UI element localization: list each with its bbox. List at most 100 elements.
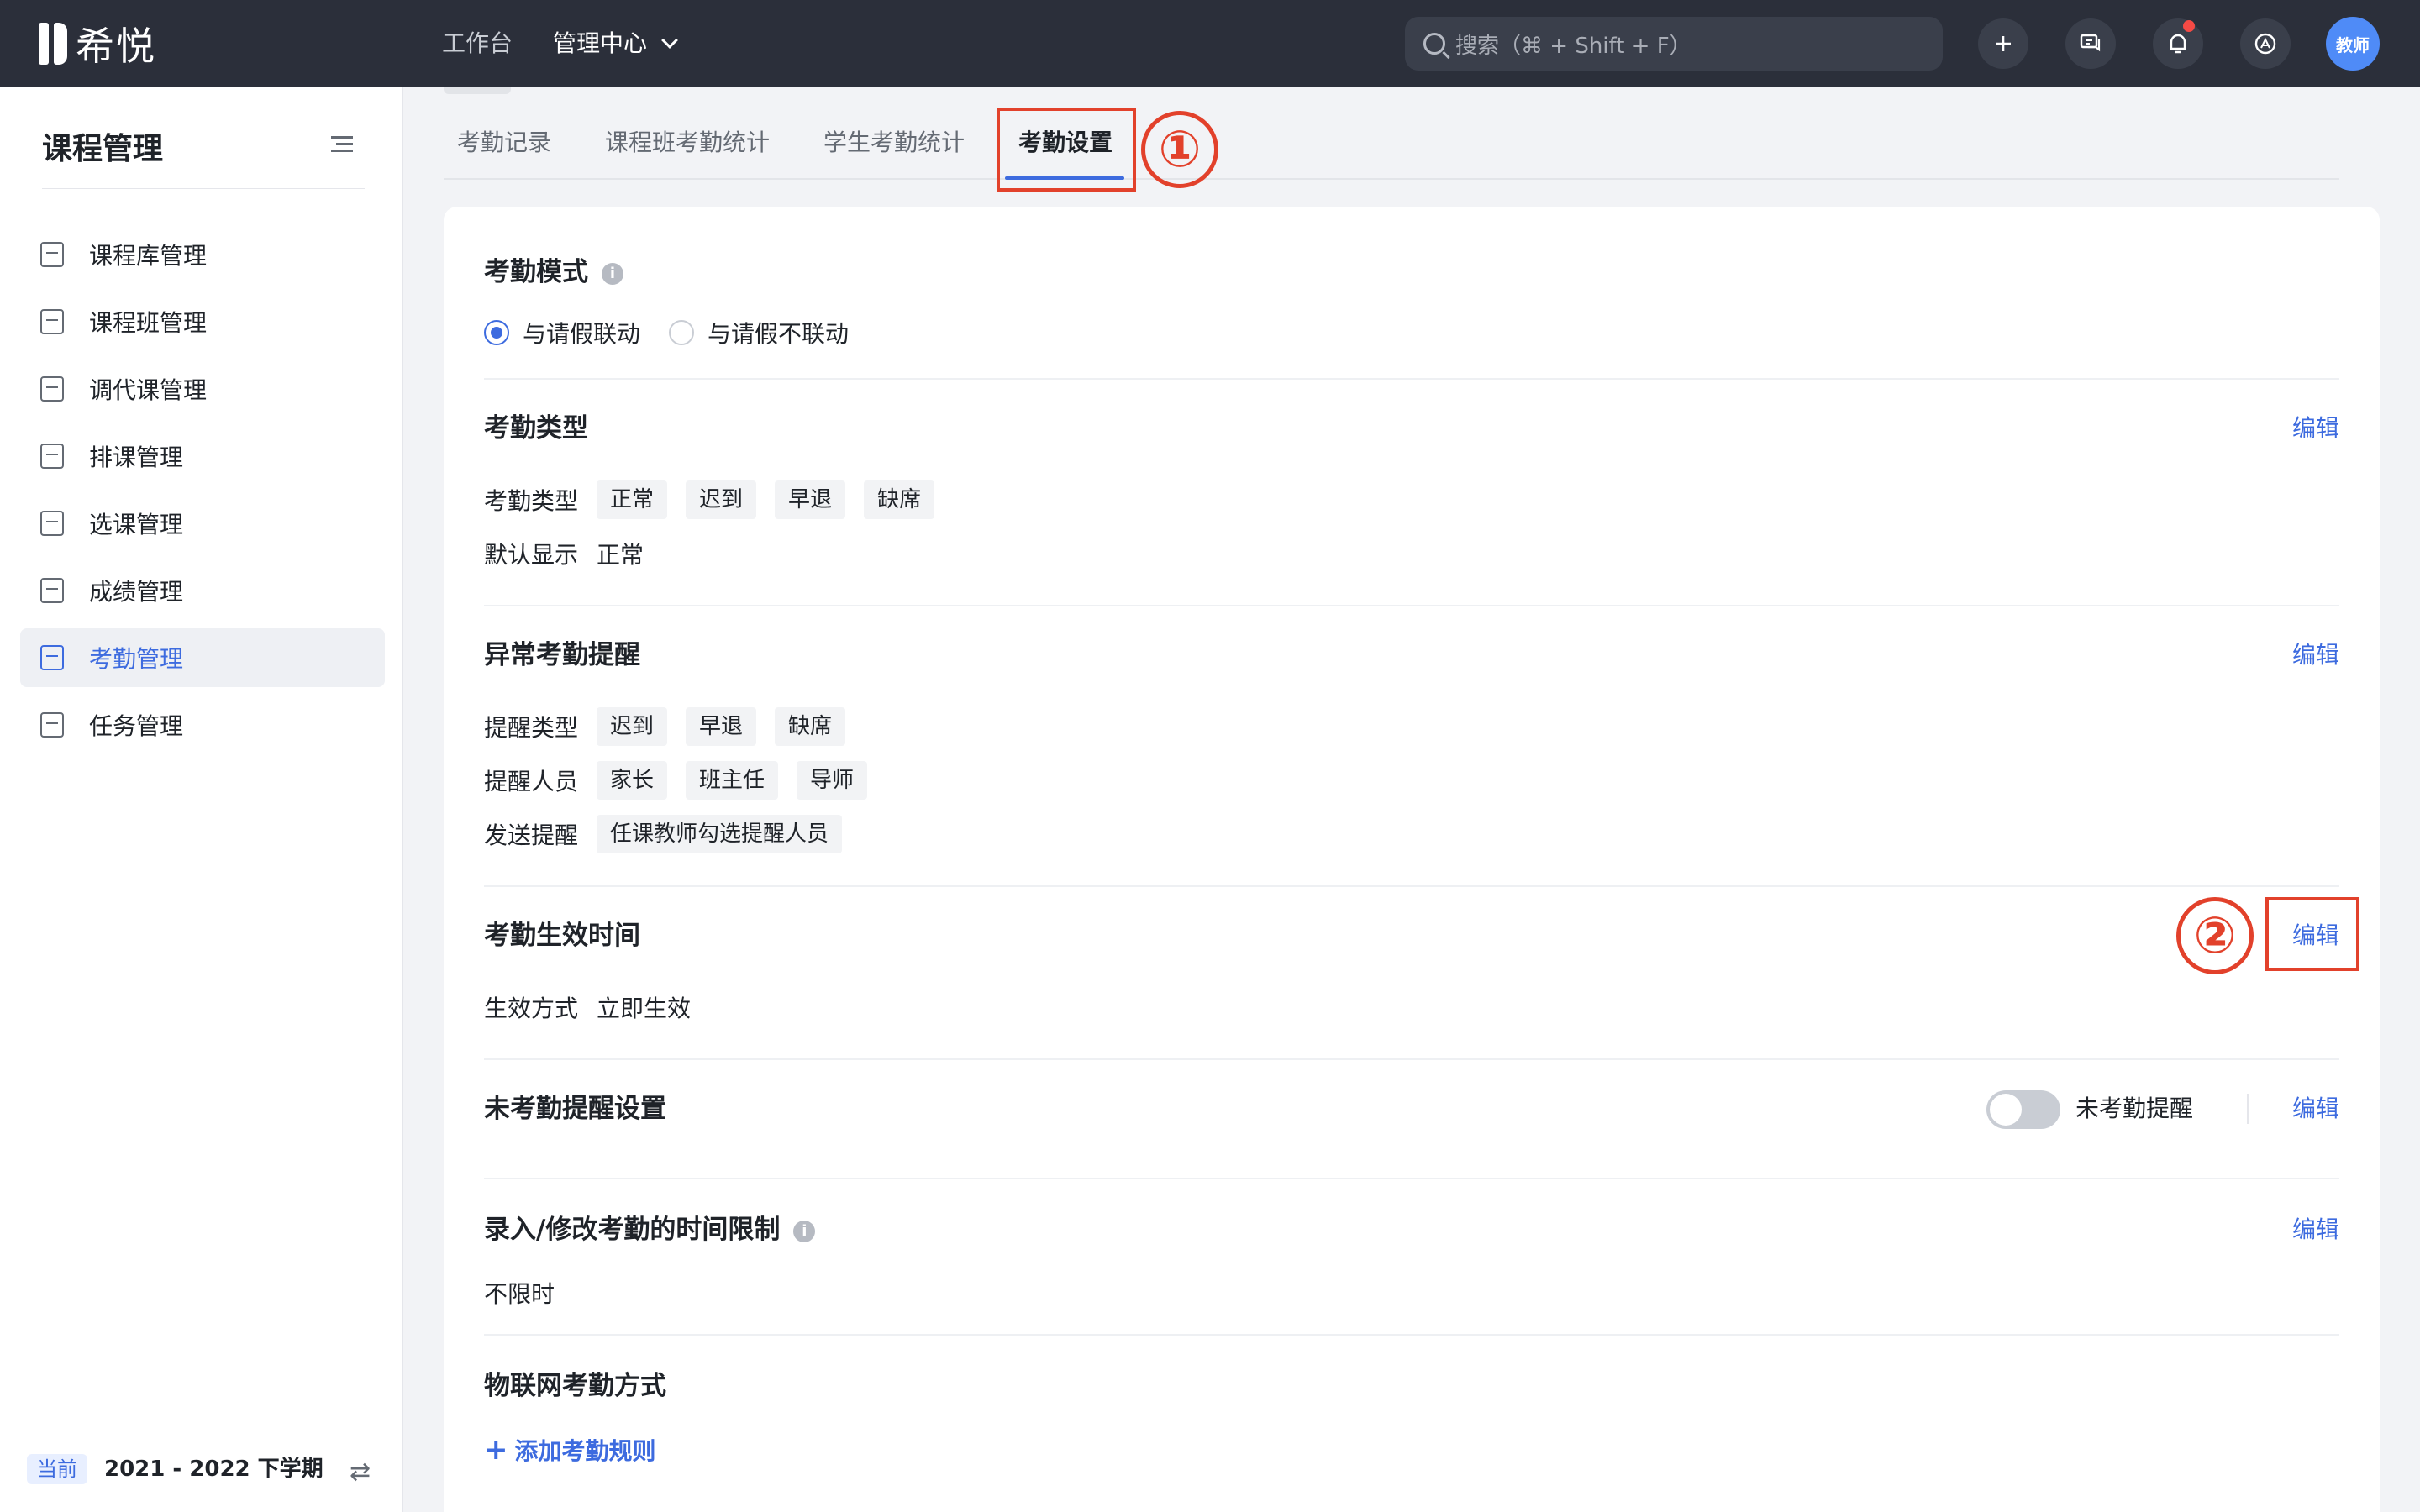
tab-bar: 考勤记录 课程班考勤统计 学生考勤统计 考勤设置	[444, 118, 2339, 180]
row-label: 提醒人员	[484, 768, 579, 795]
time-limit-title: 录入/修改考勤的时间限制	[484, 1215, 781, 1245]
schedule-icon	[40, 444, 64, 469]
section-title-iot: 物联网考勤方式	[484, 1371, 666, 1401]
divider	[484, 378, 2339, 380]
divider	[484, 1334, 2339, 1336]
radio-not-linked[interactable]	[669, 320, 695, 345]
info-icon[interactable]: i	[602, 263, 623, 285]
row-label: 考勤类型	[484, 487, 579, 515]
time-limit-value: 不限时	[484, 1280, 555, 1308]
send-reminder-row: 发送提醒 任课教师勾选提醒人员	[484, 815, 860, 853]
task-list-icon	[40, 712, 64, 738]
add-rule-label: 添加考勤规则	[514, 1437, 656, 1465]
tag: 正常	[597, 480, 668, 519]
types-row: 考勤类型 正常 迟到 早退 缺席	[484, 480, 953, 519]
tab-attendance-records[interactable]: 考勤记录	[457, 124, 551, 161]
tag: 缺席	[775, 707, 846, 746]
sidebar-item-tasks[interactable]: 任务管理	[20, 696, 385, 754]
sidebar-item-label: 考勤管理	[89, 645, 184, 673]
settings-card: 考勤模式 i 与请假联动 与请假不联动 考勤类型 编辑 考勤类型 正常 迟到 早退…	[444, 207, 2380, 1512]
library-icon	[40, 242, 64, 267]
plus-icon: +	[484, 1433, 508, 1467]
sidebar-item-label: 任务管理	[89, 712, 184, 740]
nav-management-center[interactable]: 管理中心	[553, 25, 678, 62]
edit-time-limit-button[interactable]: 编辑	[2292, 1213, 2339, 1247]
sidebar-item-label: 成绩管理	[89, 578, 184, 606]
avatar[interactable]: 教师	[2326, 17, 2380, 71]
vertical-separator	[2247, 1094, 2249, 1124]
class-icon	[40, 309, 64, 334]
sidebar-item-label: 选课管理	[89, 511, 184, 538]
notifications-button[interactable]	[2153, 18, 2203, 69]
tag: 导师	[797, 761, 868, 800]
app-switch-button[interactable]	[2240, 18, 2291, 69]
add-rule-button[interactable]: + 添加考勤规则	[484, 1433, 656, 1468]
sidebar: 课程管理 课程库管理 课程班管理 调代课管理 排课管理 选课管理 成绩管理 考勤…	[0, 87, 403, 1512]
effective-mode-row: 生效方式 立即生效	[484, 988, 691, 1026]
logo-mark-icon	[39, 23, 67, 65]
sidebar-item-label: 排课管理	[89, 444, 184, 471]
term-switcher[interactable]: 当前 2021 - 2022 下学期 ⇄	[0, 1420, 403, 1512]
toggle-label: 未考勤提醒	[2075, 1095, 2194, 1122]
search-bar[interactable]: 搜索（⌘ + Shift + F）	[1405, 17, 1943, 71]
app-logo[interactable]: 希悦	[39, 20, 156, 69]
sidebar-item-attendance[interactable]: 考勤管理	[20, 628, 385, 687]
tab-student-statistics[interactable]: 学生考勤统计	[823, 124, 965, 161]
row-label: 提醒类型	[484, 714, 579, 742]
divider	[484, 605, 2339, 606]
reminder-people-row: 提醒人员 家长 班主任 导师	[484, 761, 886, 800]
top-bar: 希悦 工作台 管理中心 搜索（⌘ + Shift + F） 教师	[0, 0, 2420, 87]
sidebar-divider	[42, 188, 365, 189]
edit-abnormal-button[interactable]: 编辑	[2292, 638, 2339, 672]
grade-icon	[40, 578, 64, 603]
tag: 迟到	[686, 480, 757, 519]
sidebar-item-substitute[interactable]: 调代课管理	[20, 360, 385, 418]
time-limit-value-row: 不限时	[484, 1273, 555, 1312]
radio-linked-label[interactable]: 与请假联动	[523, 316, 640, 349]
messages-button[interactable]	[2065, 18, 2116, 69]
section-title-abnormal: 异常考勤提醒	[484, 640, 640, 670]
divider	[484, 1058, 2339, 1060]
section-title-mode: 考勤模式 i	[484, 254, 623, 291]
collapse-sidebar-icon[interactable]	[331, 136, 353, 153]
info-icon[interactable]: i	[793, 1221, 816, 1242]
tab-class-statistics[interactable]: 课程班考勤统计	[605, 124, 770, 161]
reminder-type-row: 提醒类型 迟到 早退 缺席	[484, 707, 864, 746]
tag: 家长	[597, 761, 668, 800]
nav-workbench[interactable]: 工作台	[442, 25, 513, 62]
annotation-box-edit	[2265, 897, 2360, 971]
current-term: 2021 - 2022 下学期	[104, 1457, 324, 1482]
sidebar-item-course-library[interactable]: 课程库管理	[20, 225, 385, 284]
sidebar-item-course-selection[interactable]: 选课管理	[20, 494, 385, 553]
row-value: 立即生效	[597, 995, 692, 1022]
add-button[interactable]	[1978, 18, 2028, 69]
edit-types-button[interactable]: 编辑	[2292, 412, 2339, 445]
sidebar-item-grades[interactable]: 成绩管理	[20, 561, 385, 620]
sidebar-item-label: 课程班管理	[89, 309, 208, 337]
sidebar-item-label: 调代课管理	[89, 376, 208, 404]
edit-unrecorded-button[interactable]: 编辑	[2292, 1092, 2339, 1126]
search-placeholder: 搜索（⌘ + Shift + F）	[1455, 33, 1691, 59]
divider	[484, 1178, 2339, 1179]
tag: 班主任	[686, 761, 779, 800]
substitute-icon	[40, 376, 64, 402]
bell-icon	[2170, 34, 2186, 54]
current-term-badge: 当前	[27, 1454, 87, 1484]
sidebar-item-scheduling[interactable]: 排课管理	[20, 427, 385, 486]
radio-linked[interactable]	[484, 320, 509, 345]
divider	[484, 885, 2339, 887]
row-label: 默认显示	[484, 541, 579, 569]
checkbox-icon	[40, 511, 64, 536]
section-title-time-limit: 录入/修改考勤的时间限制 i	[484, 1211, 816, 1248]
sidebar-title: 课程管理	[42, 132, 164, 166]
section-title-types: 考勤类型	[484, 413, 588, 444]
radio-not-linked-label[interactable]: 与请假不联动	[708, 316, 849, 349]
unrecorded-reminder-toggle[interactable]	[1986, 1090, 2060, 1129]
tag: 早退	[686, 707, 757, 746]
tag: 迟到	[597, 707, 668, 746]
row-value: 正常	[597, 541, 644, 569]
search-icon	[1423, 33, 1445, 55]
sidebar-item-course-class[interactable]: 课程班管理	[20, 292, 385, 351]
section-title-effective: 考勤生效时间	[484, 921, 640, 951]
swap-icon[interactable]: ⇄	[350, 1457, 371, 1487]
